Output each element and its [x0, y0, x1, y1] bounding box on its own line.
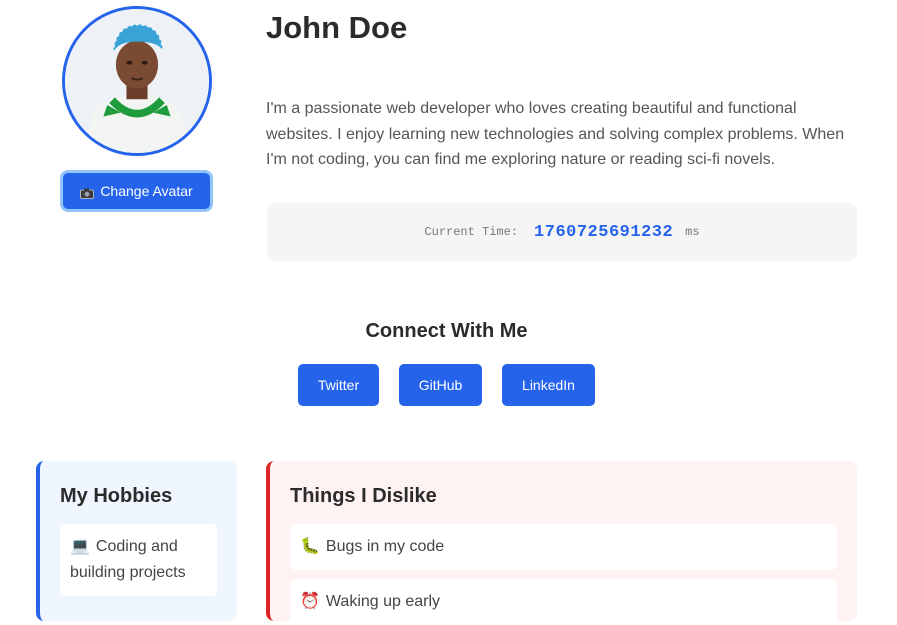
profile-bio: I'm a passionate web developer who loves…: [266, 100, 845, 168]
dislikes-card: Things I Dislike 🐛 Bugs in my code ⏰ Wakin…: [266, 461, 857, 625]
time-unit: ms: [685, 225, 700, 239]
github-link[interactable]: GitHub: [399, 364, 482, 406]
hobbies-list: 💻 Coding and building projects: [60, 524, 217, 596]
change-avatar-label: Change Avatar: [100, 183, 193, 199]
change-avatar-button[interactable]: Change Avatar: [60, 170, 213, 212]
dislike-text: Bugs in my code: [325, 538, 445, 555]
laptop-icon: 💻: [70, 538, 90, 555]
dislikes-list: 🐛 Bugs in my code ⏰ Waking up early: [290, 524, 837, 625]
list-item: ⏰ Waking up early: [290, 579, 837, 625]
camera-icon: [80, 186, 95, 199]
list-item: 🐛 Bugs in my code: [290, 524, 837, 570]
twitter-link[interactable]: Twitter: [298, 364, 379, 406]
linkedin-link[interactable]: LinkedIn: [502, 364, 595, 406]
dislikes-title: Things I Dislike: [290, 485, 437, 507]
time-label: Current Time:: [424, 225, 519, 239]
hobbies-title: My Hobbies: [60, 485, 173, 507]
hobbies-card: My Hobbies 💻 Coding and building projects: [36, 461, 237, 621]
time-value: 1760725691232: [534, 222, 674, 242]
alarm-clock-icon: ⏰: [300, 593, 320, 610]
list-item: 💻 Coding and building projects: [60, 524, 217, 596]
avatar-photo: [65, 9, 209, 153]
current-time-box: Current Time: 1760725691232 ms: [267, 203, 857, 261]
bug-icon: 🐛: [300, 538, 320, 555]
dislike-text: Waking up early: [325, 593, 441, 610]
avatar: [62, 6, 212, 156]
connect-title: Connect With Me: [365, 320, 528, 342]
profile-name: John Doe: [266, 10, 408, 45]
